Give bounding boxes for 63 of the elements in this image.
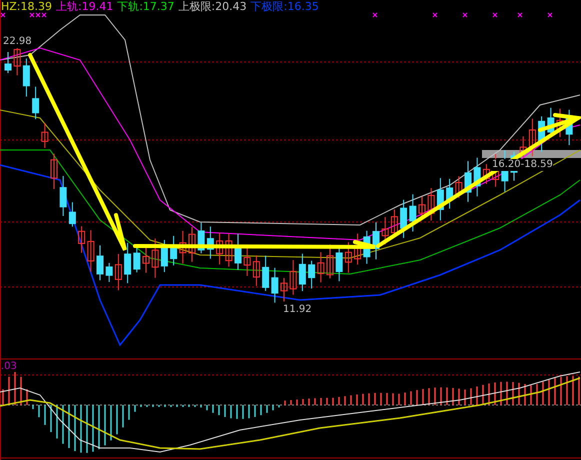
candlestick: [344, 242, 352, 274]
candlestick: [446, 178, 454, 210]
candlestick: [290, 260, 297, 296]
candlestick: [4, 52, 12, 74]
candlestick: [409, 194, 416, 232]
candlestick: [225, 233, 232, 268]
candlestick: [114, 253, 122, 291]
candlestick: [455, 176, 462, 198]
candlestick: [538, 116, 546, 152]
candlestick: [206, 226, 214, 260]
candlestick: [160, 239, 168, 273]
legend-item: 上极限:20.43: [178, 0, 247, 14]
candlestick: [336, 247, 343, 282]
candlestick: [188, 226, 196, 262]
candlestick: [400, 199, 408, 238]
candlestick: [60, 175, 67, 216]
legend-item: HZ:18.39: [1, 0, 52, 14]
candlestick: [32, 86, 40, 120]
candlestick: [436, 178, 444, 221]
macd-value: .03: [1, 361, 17, 373]
legend-item: 下极限:16.35: [250, 0, 319, 14]
legend-item: 下轨:17.37: [117, 0, 174, 14]
candlestick: [22, 58, 30, 98]
candlestick: [262, 255, 270, 292]
candlestick: [106, 262, 113, 282]
candlestick: [271, 267, 278, 304]
candlestick: [41, 122, 48, 148]
candlestick: [179, 230, 186, 264]
price-label: 16.20-18.59: [492, 159, 553, 171]
candlestick: [528, 118, 536, 157]
candlestick: [244, 248, 251, 276]
candlestick: [317, 252, 324, 283]
candlestick: [354, 233, 362, 266]
candlestick: [198, 222, 205, 254]
candlestick: [170, 235, 178, 266]
candlestick: [252, 254, 260, 286]
candlestick: [556, 108, 564, 138]
candlestick: [372, 222, 380, 260]
candlestick: [482, 164, 490, 184]
candlestick: [474, 157, 481, 197]
candlestick: [68, 202, 76, 228]
candlestick: [96, 244, 104, 281]
candlestick: [308, 260, 316, 290]
candlestick: [50, 153, 58, 190]
candlestick: [363, 230, 370, 264]
candlestick: [133, 248, 140, 273]
candlestick: [298, 253, 306, 292]
candlestick: [78, 226, 86, 254]
candlestick: [464, 160, 472, 202]
candlestick: [216, 232, 224, 265]
candlestick: [152, 238, 159, 278]
legend-item: 上轨:19.41: [56, 0, 114, 14]
candlestick: [142, 246, 150, 274]
candlestick: [382, 216, 389, 245]
candlestick: [234, 233, 242, 270]
candlestick: [326, 244, 334, 279]
candlestick: [428, 188, 435, 222]
candlestick: [520, 136, 527, 158]
candlestick: [124, 242, 132, 284]
candlestick: [280, 277, 288, 302]
candlestick: [566, 109, 573, 146]
price-label: 22.98: [3, 36, 32, 48]
candlestick: [87, 230, 94, 272]
